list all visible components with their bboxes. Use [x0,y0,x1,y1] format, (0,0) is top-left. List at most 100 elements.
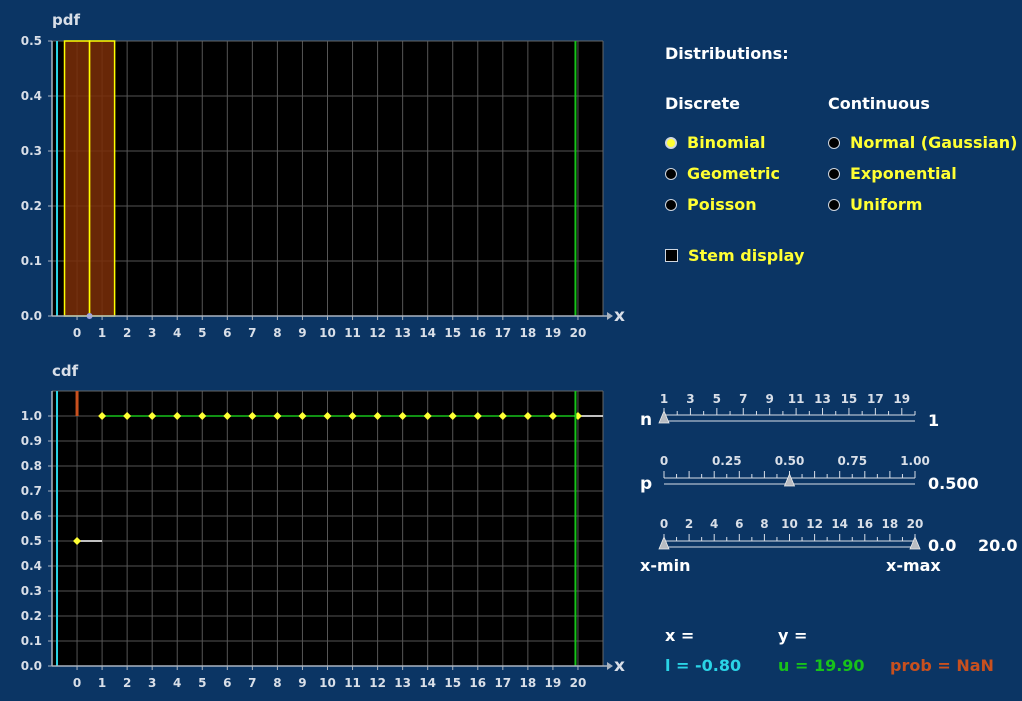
x-tick-label: 14 [419,326,436,340]
radio-poisson-label: Poisson [687,195,757,214]
x-tick-label: 20 [570,326,587,340]
slider-tick-label: 19 [893,392,911,406]
cdf-x-tick-labels: 0 1 2 3 4 5 6 7 8 9 10 11 12 13 14 15 16 17 18 19 20 [73,676,586,690]
y-readout: y = [778,626,808,645]
x-tick-label: 11 [344,676,361,690]
range-slider-ruler[interactable] [658,534,921,550]
n-slider-value: 1 [928,411,940,430]
x-tick-label: 8 [273,326,281,340]
cdf-title: cdf [52,362,79,380]
y-tick-label: 0.0 [21,309,42,323]
slider-tick-label: 16 [856,517,874,531]
radio-button[interactable] [828,136,840,149]
sliders-area [658,408,921,550]
slider-tick-label: 0.25 [711,454,742,468]
checkbox[interactable] [665,249,678,262]
x-tick-label: 2 [123,326,131,340]
slider-tick-label: 2 [684,517,694,531]
slider-tick-label: 18 [881,517,899,531]
y-tick-label: 0.3 [21,144,42,158]
radio-normal[interactable]: Normal (Gaussian) [828,133,1017,152]
y-tick-label: 0.5 [21,534,42,548]
y-tick-label: 0.1 [21,634,42,648]
x-min-value: 0.0 [928,536,957,555]
radio-exponential[interactable]: Exponential [828,164,957,183]
lower-bound-readout: l = -0.80 [665,656,742,675]
x-axis-arrow [607,662,613,670]
x-tick-label: 9 [298,676,306,690]
radio-uniform[interactable]: Uniform [828,195,922,214]
distributions-heading: Distributions: [665,44,789,63]
x-tick-label: 15 [444,326,461,340]
x-readout: x = [665,626,695,645]
x-tick-label: 15 [444,676,461,690]
y-tick-label: 0.3 [21,584,42,598]
x-tick-label: 4 [173,326,181,340]
pdf-bars [63,40,116,319]
x-tick-label: 19 [545,326,562,340]
pdf-title: pdf [52,11,80,29]
radio-button[interactable] [665,198,677,211]
x-tick-label: 3 [148,676,156,690]
x-tick-label: 10 [319,326,336,340]
slider-thumb[interactable] [783,472,796,487]
x-tick-label: 4 [173,676,181,690]
slider-thumb[interactable] [909,535,921,550]
radio-geometric[interactable]: Geometric [665,164,780,183]
stem-display-label: Stem display [688,246,805,265]
cdf-plot[interactable]: cdf 0.0 0.1 0.2 0.3 0.4 0.5 0.6 0.7 0.8 0.9 1.0 0 1… [21,362,625,690]
stem-display-checkbox[interactable]: Stem display [665,246,804,265]
p-slider-value: 0.500 [928,474,979,493]
plots-area: pdf 0.00.10.20.30.40.5 0 1 2 3 4 5 6 7 8 9 10 11 12 1… [21,11,625,690]
slider-thumb[interactable] [658,535,670,550]
x-tick-label: 6 [223,676,231,690]
slider-tick-label: 14 [831,517,849,531]
slider-tick-label: 10 [781,517,798,531]
continuous-heading: Continuous [828,94,930,113]
radio-poisson[interactable]: Poisson [665,195,757,214]
x-tick-label: 8 [273,676,281,690]
radio-binomial-label: Binomial [687,133,766,152]
y-tick-label: 0.5 [21,34,42,48]
x-tick-label: 3 [148,326,156,340]
slider-tick-label: 1.00 [900,454,930,468]
y-tick-label: 0.0 [21,659,42,673]
p-slider-name: p [640,474,653,494]
slider-tick-label: 7 [739,392,748,406]
x-tick-label: 14 [419,676,436,690]
x-tick-label: 7 [248,676,256,690]
slider-tick-label: 11 [787,392,805,406]
y-tick-label: 0.9 [21,434,42,448]
x-tick-label: 18 [520,326,537,340]
radio-button[interactable] [828,198,840,211]
y-tick-label: 0.4 [21,89,42,103]
x-tick-label: 17 [494,676,511,690]
x-tick-label: 13 [394,326,411,340]
x-tick-label: 18 [520,676,537,690]
radio-binomial[interactable]: Binomial [665,133,766,152]
pdf-plot[interactable]: pdf 0.00.10.20.30.40.5 0 1 2 3 4 5 6 7 8 9 10 11 12 1… [21,11,625,340]
n-slider-name: n [640,410,653,430]
radio-exponential-label: Exponential [850,164,957,183]
x-tick-label: 19 [545,676,562,690]
cdf-y-tick-labels: 0.0 0.1 0.2 0.3 0.4 0.5 0.6 0.7 0.8 0.9 1.0 [21,409,42,673]
slider-thumb[interactable] [658,409,670,424]
x-axis-arrow [607,312,613,320]
radio-button-selected[interactable] [665,136,677,149]
radio-button[interactable] [665,167,677,180]
x-tick-label: 1 [98,326,106,340]
radio-uniform-label: Uniform [850,195,923,214]
radio-button[interactable] [828,167,840,180]
y-tick-label: 1.0 [21,409,42,423]
x-tick-label: 16 [469,326,486,340]
discrete-heading: Discrete [665,94,741,113]
x-tick-label: 5 [198,676,206,690]
pdf-bar [88,40,116,317]
p-slider-ruler[interactable] [663,471,916,487]
x-tick-label: 13 [394,676,411,690]
x-tick-label: 0 [73,326,81,340]
y-tick-label: 0.6 [21,509,42,523]
y-tick-label: 0.2 [21,199,42,213]
n-slider-ruler[interactable] [658,408,916,424]
y-tick-label: 0.4 [21,559,42,573]
